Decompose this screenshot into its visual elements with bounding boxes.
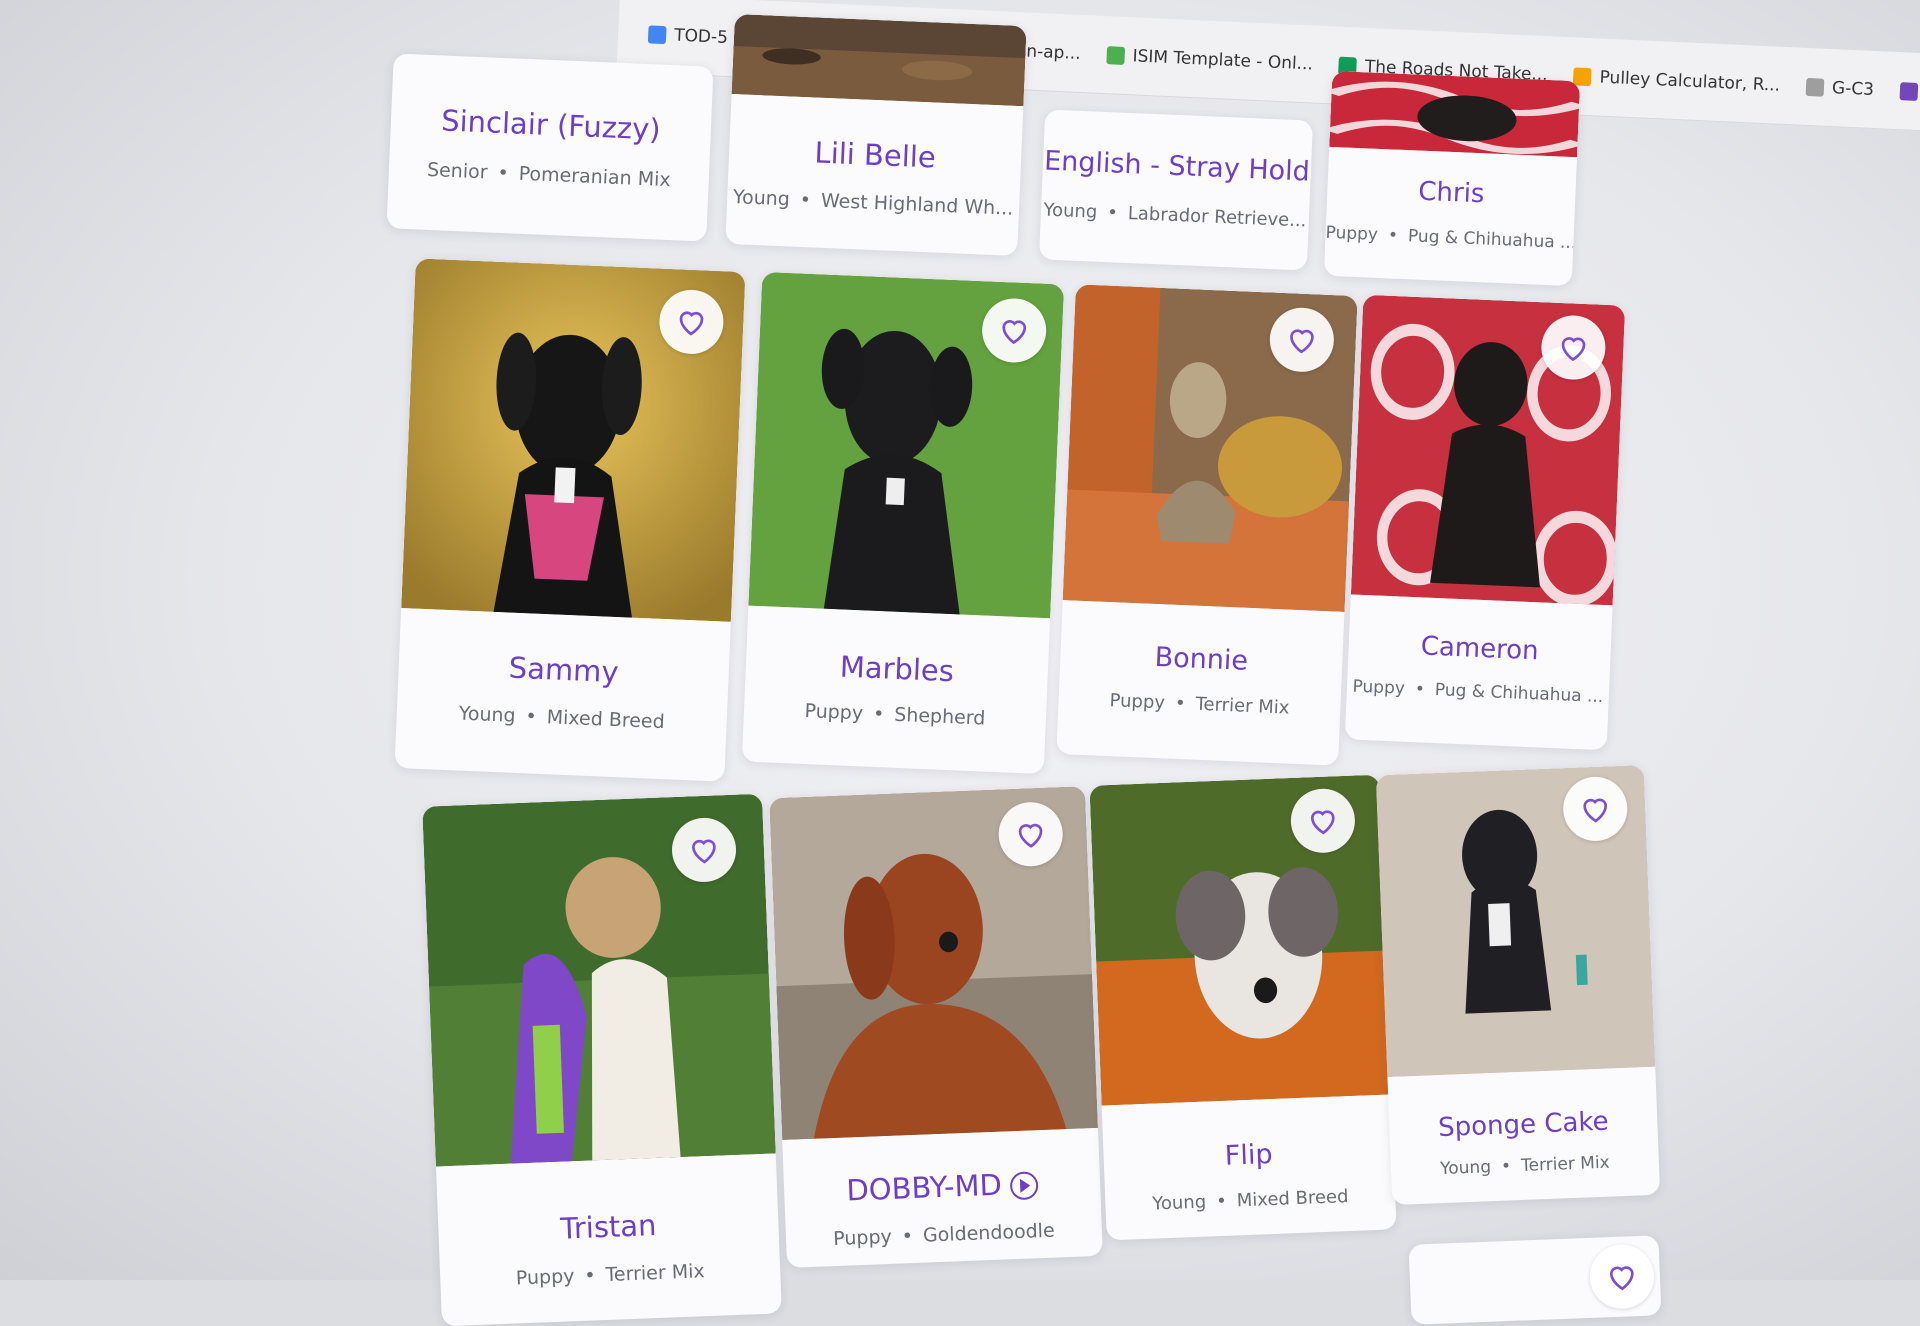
pet-meta: Puppy • Goldendoodle xyxy=(832,1219,1056,1251)
pet-card[interactable]: Marbles Puppy • Shepherd xyxy=(741,271,1065,775)
pet-photo[interactable] xyxy=(1329,70,1581,158)
pet-name[interactable]: Chris xyxy=(1327,173,1576,213)
pet-name[interactable]: English - Stray Hold xyxy=(1042,145,1311,187)
pet-meta: Young • Mixed Breed xyxy=(1151,1186,1349,1215)
bookmark-item[interactable]: Pulley Calculator, R... xyxy=(1573,66,1781,96)
forms-icon xyxy=(1899,81,1919,101)
heart-icon xyxy=(679,311,704,336)
bookmark-label: Pulley Calculator, R... xyxy=(1599,67,1781,96)
pet-meta: Young • West Highland Wh... xyxy=(732,186,1014,220)
pet-card[interactable]: Sammy Young • Mixed Breed xyxy=(394,258,746,782)
pet-card[interactable]: DOBBY-MD Puppy • Goldendoodle xyxy=(769,786,1103,1268)
pet-card[interactable]: Bonnie Puppy • Terrier Mix xyxy=(1056,284,1358,766)
play-video-icon[interactable] xyxy=(1009,1171,1039,1201)
pet-meta: Puppy • Pug & Chihuahua ... xyxy=(1352,676,1604,708)
pet-card[interactable]: Lili Belle Young • West Highland Wh... xyxy=(725,13,1027,257)
pet-card[interactable]: Sinclair (Fuzzy) Senior • Pomeranian Mix xyxy=(386,53,714,242)
pet-name[interactable]: Bonnie xyxy=(1060,638,1343,681)
drive-icon xyxy=(647,24,667,44)
pet-meta: Young • Mixed Breed xyxy=(458,702,666,734)
leaf-icon xyxy=(1106,45,1125,65)
bookmark-label: G-C3 xyxy=(1831,77,1875,100)
pet-name[interactable]: Flip xyxy=(1103,1134,1394,1176)
pet-card[interactable]: Flip Young • Mixed Breed xyxy=(1089,774,1397,1241)
heart-icon xyxy=(1561,337,1586,362)
pet-name[interactable]: Sinclair (Fuzzy) xyxy=(390,101,711,148)
pet-card[interactable]: Cameron Puppy • Pug & Chihuahua ... xyxy=(1344,294,1626,751)
bookmark-label: ISIM Template - Onl... xyxy=(1132,45,1314,74)
pet-name[interactable]: Lili Belle xyxy=(729,132,1022,178)
pet-name[interactable]: DOBBY-MD xyxy=(784,1164,1101,1210)
favorite-button[interactable] xyxy=(1588,1243,1656,1310)
pet-card[interactable]: Sponge Cake Young • Terrier Mix xyxy=(1375,765,1661,1205)
heart-icon xyxy=(1290,329,1314,354)
heart-icon xyxy=(1609,1266,1634,1291)
pet-meta: Young • Labrador Retrieve... xyxy=(1043,199,1307,232)
doc-icon xyxy=(1805,77,1825,97)
bookmark-item[interactable]: ISIM Template - Onl... xyxy=(1106,45,1313,74)
pet-name[interactable]: Sammy xyxy=(398,646,729,694)
heart-icon xyxy=(1310,810,1335,835)
pet-card[interactable]: English - Stray Hold Young • Labrador Retr… xyxy=(1038,109,1314,271)
pet-card[interactable]: Chris Puppy • Pug & Chihuahua ... xyxy=(1323,70,1581,287)
browser-viewport: TOD-5 Decks-A4.pd...GitHub - mifi/in-ap.… xyxy=(0,0,1920,1326)
pet-name[interactable]: Marbles xyxy=(745,646,1048,693)
pet-meta: Young • Terrier Mix xyxy=(1439,1152,1611,1180)
heart-icon xyxy=(1018,823,1043,848)
bookmark-item[interactable]: G-C3 xyxy=(1805,76,1875,100)
bookmark-item[interactable]: Olin Shop Work Or... xyxy=(1899,81,1920,110)
heart-icon xyxy=(1583,798,1608,823)
pet-name[interactable]: Tristan xyxy=(438,1203,779,1250)
pet-meta: Puppy • Terrier Mix xyxy=(515,1260,706,1290)
pet-meta: Senior • Pomeranian Mix xyxy=(426,158,672,192)
heart-icon xyxy=(1002,320,1027,345)
pet-card[interactable]: Tristan Puppy • Terrier Mix xyxy=(422,793,782,1326)
pet-meta: Puppy • Shepherd xyxy=(804,700,986,730)
pet-photo[interactable] xyxy=(731,13,1027,107)
heart-icon xyxy=(692,839,716,864)
pet-card-partial[interactable] xyxy=(1408,1235,1662,1325)
pet-meta: Puppy • Terrier Mix xyxy=(1109,690,1290,719)
pet-name[interactable]: Sponge Cake xyxy=(1389,1105,1658,1145)
pet-name-text: DOBBY-MD xyxy=(845,1167,1003,1208)
pet-name[interactable]: Cameron xyxy=(1348,628,1611,669)
pet-meta: Puppy • Pug & Chihuahua ... xyxy=(1325,222,1574,254)
